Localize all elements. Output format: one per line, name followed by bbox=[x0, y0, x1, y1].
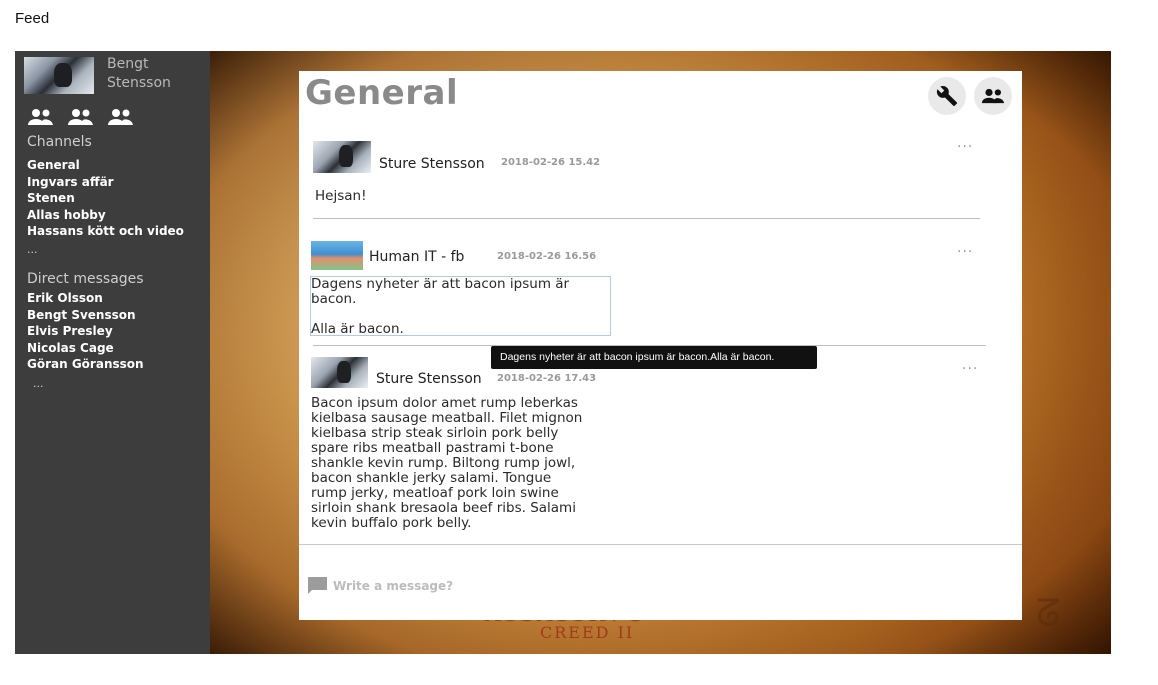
channel-item-hassans-kott[interactable]: Hassans kött och video bbox=[27, 223, 184, 240]
channel-item-allas-hobby[interactable]: Allas hobby bbox=[27, 207, 184, 224]
channels-more[interactable]: ... bbox=[27, 243, 38, 256]
channel-item-general[interactable]: General bbox=[27, 157, 184, 174]
dm-item-bengt-svensson[interactable]: Bengt Svensson bbox=[27, 307, 144, 324]
channel-title: General bbox=[305, 73, 459, 113]
message-timestamp: 2018-02-26 15.42 bbox=[501, 157, 601, 168]
group-icon[interactable] bbox=[107, 107, 134, 127]
chat-bubble-icon bbox=[308, 577, 327, 594]
message-avatar[interactable] bbox=[311, 357, 368, 388]
direct-messages-more[interactable]: ... bbox=[33, 377, 44, 390]
message-divider bbox=[313, 218, 980, 219]
group-icon[interactable] bbox=[67, 107, 94, 127]
channel-members-button[interactable] bbox=[974, 77, 1012, 115]
dm-item-erik-olsson[interactable]: Erik Olsson bbox=[27, 290, 144, 307]
message-text: Bacon ipsum dolor amet rump leberkas kie… bbox=[311, 395, 583, 531]
group-icon bbox=[981, 88, 1005, 104]
channel-item-ingvars-affar[interactable]: Ingvars affär bbox=[27, 174, 184, 191]
message-author[interactable]: Sture Stensson bbox=[379, 156, 485, 172]
message-timestamp: 2018-02-26 16.56 bbox=[497, 251, 597, 262]
background-symbol: ᘔ bbox=[1036, 591, 1061, 635]
message-text: Dagens nyheter är att bacon ipsum är bac… bbox=[310, 276, 611, 337]
profile-name[interactable]: Bengt Stensson bbox=[107, 55, 207, 93]
message-text: Hejsan! bbox=[315, 188, 367, 204]
dm-item-goran-goransson[interactable]: Göran Göransson bbox=[27, 356, 144, 373]
sidebar: Bengt Stensson Channels General Ingvars … bbox=[15, 51, 210, 654]
message-author[interactable]: Human IT - fb bbox=[369, 249, 464, 265]
message-avatar[interactable] bbox=[311, 241, 363, 270]
message-more-button[interactable]: ... bbox=[957, 136, 973, 150]
message-author[interactable]: Sture Stensson bbox=[376, 371, 482, 387]
message-composer bbox=[299, 544, 1022, 620]
message-avatar[interactable] bbox=[313, 141, 371, 173]
dm-item-nicolas-cage[interactable]: Nicolas Cage bbox=[27, 340, 144, 357]
message-input[interactable] bbox=[333, 575, 933, 597]
page-title: Feed bbox=[15, 10, 50, 27]
channel-list: General Ingvars affär Stenen Allas hobby… bbox=[27, 157, 184, 240]
direct-messages-heading: Direct messages bbox=[27, 271, 144, 287]
group-icon[interactable] bbox=[27, 107, 54, 127]
wrench-icon bbox=[936, 86, 958, 107]
message-timestamp: 2018-02-26 17.43 bbox=[497, 373, 597, 384]
channel-settings-button[interactable] bbox=[928, 77, 966, 115]
channel-item-stenen[interactable]: Stenen bbox=[27, 190, 184, 207]
message-more-button[interactable]: ... bbox=[962, 358, 978, 372]
message-more-button[interactable]: ... bbox=[957, 241, 973, 255]
dm-item-elvis-presley[interactable]: Elvis Presley bbox=[27, 323, 144, 340]
message-tooltip: Dagens nyheter är att bacon ipsum är bac… bbox=[491, 346, 817, 369]
channels-heading: Channels bbox=[27, 134, 92, 150]
group-icon-row bbox=[27, 107, 134, 127]
direct-message-list: Erik Olsson Bengt Svensson Elvis Presley… bbox=[27, 290, 144, 373]
background-logo-line2: CREED II bbox=[540, 623, 635, 642]
profile-avatar[interactable] bbox=[24, 57, 94, 94]
